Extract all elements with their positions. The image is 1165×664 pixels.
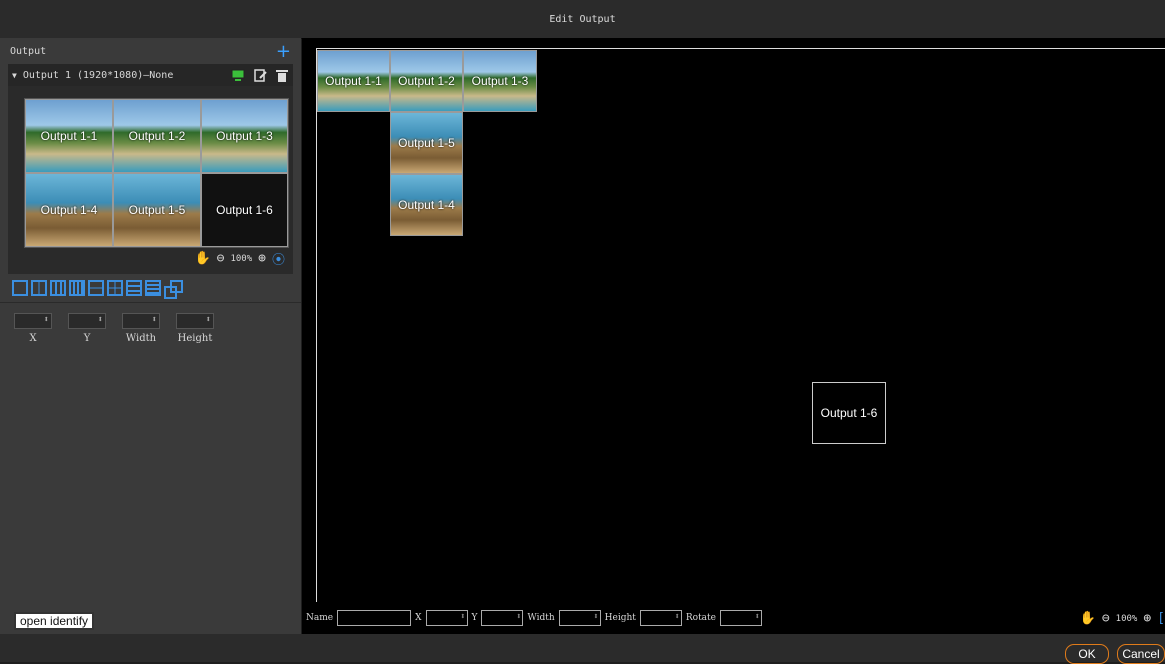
zoom-out-icon[interactable]: ⊖ <box>217 251 225 266</box>
layout-3col-icon[interactable] <box>50 280 66 296</box>
preview-tile[interactable]: Output 1-1 <box>25 99 113 173</box>
y-label: Y <box>83 333 91 344</box>
width-label: Width <box>527 613 555 623</box>
preview-canvas[interactable]: Output 1-1 Output 1-2 Output 1-3 Output … <box>24 98 289 248</box>
layout-4row-icon[interactable] <box>145 280 161 296</box>
name-input[interactable] <box>337 610 412 626</box>
layout-2x2-icon[interactable] <box>107 280 123 296</box>
output-row[interactable]: ▼ Output 1 (1920*1080)—None <box>8 64 293 86</box>
x-spinbox[interactable] <box>425 610 468 626</box>
fit-icon[interactable]: [ <box>1157 611 1165 626</box>
preview-tile[interactable]: Output 1-4 <box>25 173 113 247</box>
footer-bar: OK Cancel <box>0 634 1165 664</box>
ok-button[interactable]: OK <box>1065 644 1109 664</box>
preview-tile-label: Output 1-1 <box>40 129 98 143</box>
window-title: Edit Output <box>549 13 616 25</box>
preview-tile-label: Output 1-4 <box>40 203 98 217</box>
layout-3row-icon[interactable] <box>126 280 142 296</box>
canvas-tile[interactable]: Output 1-5 <box>390 112 463 174</box>
ruler-horizontal <box>316 48 1165 49</box>
canvas-zoom-controls: ✋ ⊖ 100% ⊕ [ <box>1080 611 1165 626</box>
layout-2row-icon[interactable] <box>88 280 104 296</box>
canvas-tile-label: Output 1-3 <box>471 74 529 88</box>
layout-1x1-icon[interactable] <box>12 280 28 296</box>
canvas-tile[interactable]: Output 1-4 <box>390 174 463 236</box>
layout-4col-icon[interactable] <box>69 280 85 296</box>
x-label: X <box>29 333 37 344</box>
caret-down-icon[interactable]: ▼ <box>12 71 17 80</box>
preview-tile-label: Output 1-6 <box>216 203 273 217</box>
zoom-in-icon[interactable]: ⊕ <box>258 251 266 266</box>
zoom-level: 100% <box>230 253 253 264</box>
ruler-vertical <box>316 48 317 602</box>
width-label: Width <box>125 333 157 344</box>
preview-tile[interactable]: Output 1-5 <box>113 173 201 247</box>
width-spinbox[interactable] <box>122 313 160 329</box>
output-row-label: Output 1 (1920*1080)—None <box>22 69 174 81</box>
geometry-inputs <box>0 303 301 329</box>
height-spinbox[interactable] <box>176 313 214 329</box>
plus-icon[interactable]: + <box>276 41 291 62</box>
y-spinbox[interactable] <box>68 313 106 329</box>
canvas-tile[interactable]: Output 1-1 <box>317 50 390 112</box>
name-label: Name <box>306 613 334 623</box>
preview-zoom-controls: ✋ ⊖ 100% ⊕ ⦿ <box>194 249 285 268</box>
trash-icon[interactable] <box>275 68 289 82</box>
canvas-zoom-level: 100% <box>1115 613 1138 624</box>
canvas-tile-label: Output 1-2 <box>398 74 455 88</box>
canvas-tile[interactable]: Output 1-2 <box>390 50 463 112</box>
preview-tile-label: Output 1-5 <box>128 203 186 217</box>
output-canvas[interactable]: Output 1-1 Output 1-2 Output 1-3 Output … <box>302 38 1165 634</box>
monitor-icon[interactable] <box>231 68 245 82</box>
zoom-out-icon[interactable]: ⊖ <box>1102 611 1110 626</box>
preview-tile[interactable]: Output 1-3 <box>201 99 288 173</box>
preview-tile[interactable]: Output 1-2 <box>113 99 201 173</box>
preview-tile-label: Output 1-2 <box>128 129 186 143</box>
open-identify-button[interactable]: open identify <box>14 612 95 630</box>
edit-icon[interactable] <box>253 68 267 82</box>
property-bar: Name X Y Width Height Rotate <box>306 610 762 626</box>
y-spinbox[interactable] <box>481 610 524 626</box>
x-spinbox[interactable] <box>14 313 52 329</box>
rotate-label: Rotate <box>685 613 716 623</box>
height-spinbox[interactable] <box>639 610 682 626</box>
geometry-labels: X Y Width Height <box>0 329 301 348</box>
hand-icon[interactable]: ✋ <box>194 251 210 266</box>
hand-icon[interactable]: ✋ <box>1080 611 1096 626</box>
title-bar: Edit Output <box>0 0 1165 39</box>
canvas-tile-label: Output 1-6 <box>820 406 878 420</box>
output-header-label: Output <box>10 45 47 57</box>
height-label: Height <box>604 613 636 623</box>
preview-tile-label: Output 1-3 <box>216 129 273 143</box>
canvas-tile-label: Output 1-1 <box>325 74 382 88</box>
preview-area: Output 1-1 Output 1-2 Output 1-3 Output … <box>8 86 293 274</box>
y-label: Y <box>471 613 478 623</box>
layout-toolbar <box>0 274 301 303</box>
width-spinbox[interactable] <box>558 610 601 626</box>
cancel-button[interactable]: Cancel <box>1117 644 1165 664</box>
canvas-tile-label: Output 1-4 <box>398 198 455 212</box>
layout-2col-icon[interactable] <box>31 280 47 296</box>
height-label: Height <box>177 333 213 344</box>
left-panel: Output + ▼ Output 1 (1920*1080)—None Out… <box>0 38 301 634</box>
x-label: X <box>415 613 422 623</box>
preview-tile[interactable]: Output 1-6 <box>201 173 288 247</box>
output-header: Output + <box>0 38 301 64</box>
zoom-in-icon[interactable]: ⊕ <box>1143 611 1151 626</box>
canvas-tile-label: Output 1-5 <box>398 136 455 150</box>
layout-custom-icon[interactable] <box>164 280 183 299</box>
rotate-spinbox[interactable] <box>720 610 762 626</box>
fit-icon[interactable]: ⦿ <box>272 249 285 268</box>
canvas-tile[interactable]: Output 1-6 <box>812 382 886 444</box>
canvas-tile[interactable]: Output 1-3 <box>463 50 537 112</box>
